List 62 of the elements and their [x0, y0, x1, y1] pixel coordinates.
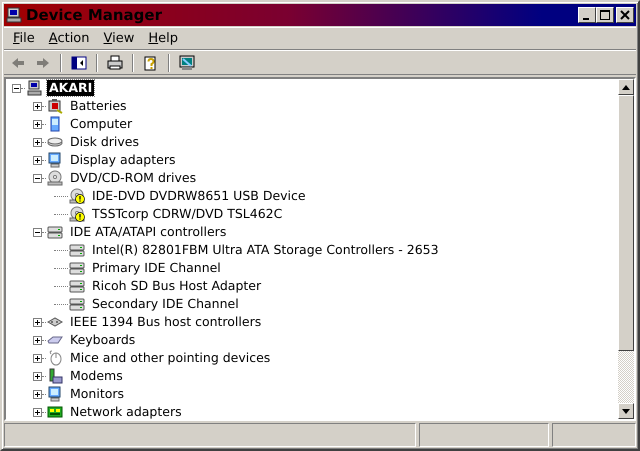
- vertical-scrollbar[interactable]: [618, 79, 634, 419]
- expand-icon[interactable]: [33, 156, 42, 164]
- scroll-thumb[interactable]: [618, 95, 634, 351]
- minimize-icon: [583, 18, 589, 20]
- tree-item[interactable]: Computer: [68, 116, 134, 132]
- scroll-up-button[interactable]: [618, 79, 634, 95]
- printer-icon: [107, 54, 123, 70]
- maximize-icon: [600, 10, 610, 20]
- mouse-icon: [47, 350, 63, 366]
- computer-icon: [6, 7, 22, 23]
- tree-item[interactable]: Primary IDE Channel: [90, 260, 223, 276]
- expand-icon[interactable]: [33, 102, 42, 110]
- tree-item[interactable]: Keyboards: [68, 332, 138, 348]
- drive-stack-icon: [47, 224, 63, 240]
- panel-icon: [71, 54, 87, 70]
- close-icon: [620, 10, 630, 20]
- modem-icon: [47, 368, 63, 384]
- tree-item[interactable]: Display adapters: [68, 152, 178, 168]
- expand-icon[interactable]: [33, 138, 42, 146]
- tree-item[interactable]: IDE-DVD DVDRW8651 USB Device: [90, 188, 308, 204]
- close-button[interactable]: [616, 7, 634, 23]
- expand-icon[interactable]: [33, 390, 42, 398]
- expand-icon[interactable]: [33, 336, 42, 344]
- expand-icon[interactable]: [33, 372, 42, 380]
- expand-icon[interactable]: [33, 120, 42, 128]
- tree-item[interactable]: Network adapters: [68, 404, 184, 419]
- tree-item[interactable]: AKARI: [47, 80, 94, 96]
- tree-item[interactable]: Mice and other pointing devices: [68, 350, 272, 366]
- up-arrow-icon: [622, 84, 630, 90]
- tree-item[interactable]: Modems: [68, 368, 125, 384]
- minimize-button[interactable]: [578, 7, 596, 23]
- tree-item[interactable]: Monitors: [68, 386, 126, 402]
- tree-item[interactable]: TSSTcorp CDRW/DVD TSL462C: [90, 206, 284, 222]
- maximize-button[interactable]: [596, 7, 614, 23]
- tree-item[interactable]: Batteries: [68, 98, 129, 114]
- expand-icon[interactable]: [33, 408, 42, 416]
- tree-item[interactable]: Ricoh SD Bus Host Adapter: [90, 278, 264, 294]
- disc-drive-icon: [47, 170, 63, 186]
- tree-item[interactable]: IDE ATA/ATAPI controllers: [68, 224, 228, 240]
- monitor-icon: [47, 386, 63, 402]
- menu-item[interactable]: View: [98, 31, 142, 46]
- network-card-icon: [47, 404, 63, 419]
- tree-item[interactable]: Intel(R) 82801FBM Ultra ATA Storage Controllers - 2653: [90, 242, 441, 258]
- tree-item[interactable]: Secondary IDE Channel: [90, 296, 241, 312]
- tree-item[interactable]: DVD/CD-ROM drives: [68, 170, 198, 186]
- tree-item[interactable]: IEEE 1394 Bus host controllers: [68, 314, 264, 330]
- expand-icon[interactable]: [33, 318, 42, 326]
- tree-item[interactable]: Disk drives: [68, 134, 141, 150]
- collapse-icon[interactable]: [33, 174, 42, 182]
- monitor-icon: [47, 152, 63, 168]
- collapse-icon[interactable]: [12, 84, 21, 92]
- window-title: Device Manager: [26, 6, 163, 24]
- collapse-icon[interactable]: [33, 228, 42, 236]
- scroll-down-button[interactable]: [618, 403, 634, 419]
- menu-item[interactable]: Help: [142, 31, 186, 46]
- computer-icon: [26, 80, 42, 96]
- menu-item[interactable]: Action: [42, 31, 98, 46]
- battery-icon: [47, 98, 63, 114]
- monitor-icon: [179, 54, 195, 70]
- down-arrow-icon: [622, 408, 630, 414]
- expand-icon[interactable]: [33, 354, 42, 362]
- menu-item[interactable]: File: [7, 31, 43, 46]
